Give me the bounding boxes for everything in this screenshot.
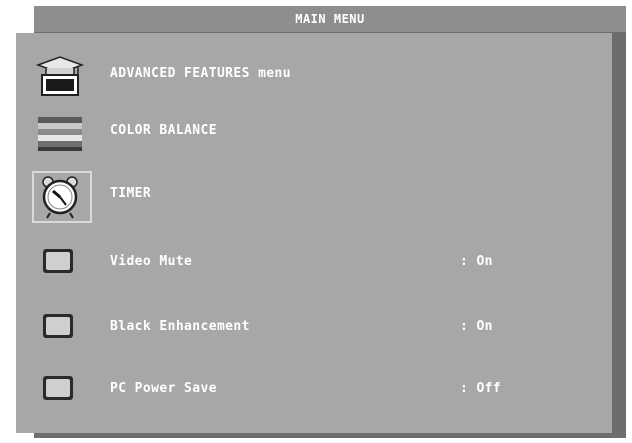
- menu-item-value: : On: [460, 254, 493, 269]
- menu-title: MAIN MENU: [34, 6, 626, 32]
- menu-item-label: Black Enhancement: [110, 319, 250, 334]
- checkbox-icon: [32, 303, 88, 351]
- menu-item-label: ADVANCED FEATURES menu: [110, 66, 291, 81]
- alarm-clock-icon: [32, 172, 88, 220]
- menu-item-timer[interactable]: TIMER: [16, 172, 612, 220]
- menu-item-color-balance[interactable]: COLOR BALANCE: [16, 109, 612, 157]
- menu-item-value: : On: [460, 319, 493, 334]
- menu-item-label: Video Mute: [110, 254, 193, 269]
- menu-item-advanced-features[interactable]: ADVANCED FEATURES menu: [16, 51, 612, 99]
- menu-item-value: : Off: [460, 381, 502, 396]
- main-menu-panel: ADVANCED FEATURES menu COLOR BALANCE TIM…: [16, 33, 612, 433]
- menu-item-black-enhancement[interactable]: Black Enhancement : On: [16, 303, 612, 351]
- menu-item-label: COLOR BALANCE: [110, 123, 217, 138]
- menu-item-pc-power-save[interactable]: PC Power Save : Off: [16, 365, 612, 413]
- menu-item-label: PC Power Save: [110, 381, 217, 396]
- menu-item-label: TIMER: [110, 186, 152, 201]
- graduation-cap-icon: [32, 51, 88, 99]
- checkbox-icon: [32, 365, 88, 413]
- checkbox-icon: [32, 238, 88, 286]
- menu-item-video-mute[interactable]: Video Mute : On: [16, 238, 612, 286]
- color-bars-icon: [32, 109, 88, 157]
